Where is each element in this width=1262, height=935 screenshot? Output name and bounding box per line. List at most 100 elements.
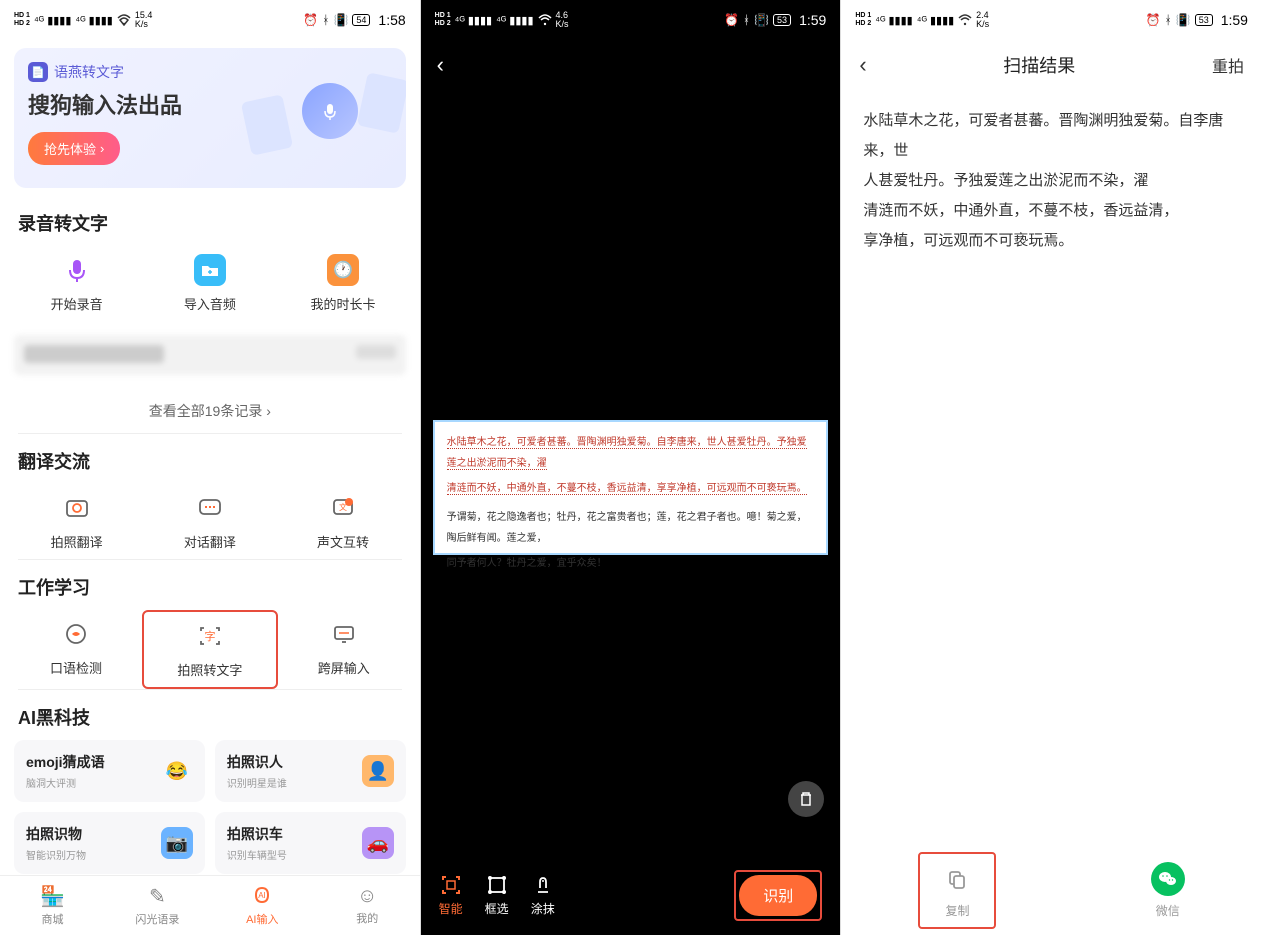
phone-3-scan-result: HD 1HD 2 ⁴ᴳ ▮▮▮▮ ⁴ᴳ ▮▮▮▮ 2.4K/s ⏰ ᚼ 📳 53… xyxy=(841,0,1262,935)
camera-toolbar: 智能 框选 涂抹 识别 xyxy=(421,855,841,935)
alarm-icon: ⏰ xyxy=(724,13,739,27)
svg-text:字: 字 xyxy=(204,629,215,643)
vibrate-icon: 📳 xyxy=(754,13,769,27)
alarm-icon: ⏰ xyxy=(303,13,318,27)
import-audio[interactable]: 导入音频 xyxy=(143,246,276,321)
hd-indicator: HD 1HD 2 xyxy=(435,12,451,28)
vibrate-icon: 📳 xyxy=(333,13,348,27)
photo-to-text[interactable]: 字 拍照转文字 xyxy=(142,610,278,689)
erase-icon xyxy=(532,874,554,896)
phone-2-camera-scan: HD 1HD 2 ⁴ᴳ ▮▮▮▮ ⁴ᴳ ▮▮▮▮ 4.6K/s ⏰ ᚼ 📳 53… xyxy=(421,0,842,935)
copy-button[interactable]: 复制 xyxy=(918,852,996,929)
back-button[interactable]: ‹ xyxy=(859,52,866,78)
section-title-ai: AI黑科技 xyxy=(0,690,420,740)
phone-1-ai-input: HD 1HD 2 ⁴ᴳ ▮▮▮▮ ⁴ᴳ ▮▮▮▮ 15.4K/s ⏰ ᚼ 📳 5… xyxy=(0,0,421,935)
retake-button[interactable]: 重拍 xyxy=(1212,53,1244,77)
result-actions: 复制 微信 xyxy=(841,845,1262,935)
battery-indicator: 54 xyxy=(352,14,370,26)
recognize-button[interactable]: 识别 xyxy=(739,875,817,916)
banner-graphic xyxy=(256,68,396,168)
speed-indicator: 4.6K/s xyxy=(556,11,569,29)
ai-cards-row1: emoji猜成语脑洞大评测 😂 拍照识人识别明星是谁 👤 xyxy=(0,740,420,802)
photo-identify-object[interactable]: 拍照识物智能识别万物 📷 xyxy=(14,812,205,874)
bluetooth-icon: ᚼ xyxy=(322,13,329,27)
wechat-button[interactable]: 微信 xyxy=(1151,862,1185,919)
view-all-records[interactable]: 查看全部19条记录 › xyxy=(0,389,420,433)
recognize-highlight: 识别 xyxy=(734,870,822,921)
clock: 1:58 xyxy=(378,12,405,28)
tab-shop[interactable]: 🏪商城 xyxy=(0,876,105,935)
signal-icon-2: ⁴ᴳ ▮▮▮▮ xyxy=(496,14,533,27)
delete-button[interactable] xyxy=(788,781,824,817)
photo-identify-person[interactable]: 拍照识人识别明星是谁 👤 xyxy=(215,740,406,802)
svg-text:AI: AI xyxy=(259,891,267,900)
hd-indicator: HD 1HD 2 xyxy=(14,12,30,28)
back-button[interactable]: ‹ xyxy=(437,52,444,78)
clock: 1:59 xyxy=(1221,12,1248,28)
speed-indicator: 15.4K/s xyxy=(135,11,153,29)
recording-grid: 开始录音 导入音频 🕐 我的时长卡 xyxy=(0,246,420,321)
status-bar: HD 1HD 2 ⁴ᴳ ▮▮▮▮ ⁴ᴳ ▮▮▮▮ 4.6K/s ⏰ ᚼ 📳 53… xyxy=(421,0,841,40)
section-title-translate: 翻译交流 xyxy=(0,434,420,484)
result-header: ‹ 扫描结果 重拍 xyxy=(841,40,1262,90)
scanned-document-overlay: 水陆草木之花，可爱者甚蕃。晋陶渊明独爱菊。自李唐来，世人甚爱牡丹。予独爱莲之出淤… xyxy=(433,420,829,555)
emoji-icon: 😂 xyxy=(161,755,193,787)
shop-icon: 🏪 xyxy=(40,884,65,909)
translate-grid: 拍照翻译 对话翻译 文 声文互转 xyxy=(0,484,420,559)
tool-box-select[interactable]: 框选 xyxy=(485,874,509,917)
wifi-icon xyxy=(117,14,131,26)
camera-header: ‹ xyxy=(421,40,841,90)
signal-icon-2: ⁴ᴳ ▮▮▮▮ xyxy=(75,14,112,27)
vibrate-icon: 📳 xyxy=(1176,13,1191,27)
battery-indicator: 53 xyxy=(773,14,791,26)
tool-smart[interactable]: 智能 xyxy=(439,874,463,917)
photo-translate[interactable]: 拍照翻译 xyxy=(10,484,143,559)
section-title-work: 工作学习 xyxy=(0,560,420,610)
hd-indicator: HD 1HD 2 xyxy=(855,12,871,28)
signal-icon: ⁴ᴳ ▮▮▮▮ xyxy=(455,14,492,27)
voice-text-convert[interactable]: 文 声文互转 xyxy=(276,484,409,559)
emoji-idiom[interactable]: emoji猜成语脑洞大评测 😂 xyxy=(14,740,205,802)
section-title-recording: 录音转文字 xyxy=(0,196,420,246)
photo-identify-car[interactable]: 拍照识车识别车辆型号 🚗 xyxy=(215,812,406,874)
smart-scan-icon xyxy=(440,874,462,896)
clock: 1:59 xyxy=(799,12,826,28)
alarm-icon: ⏰ xyxy=(1146,13,1161,27)
start-recording[interactable]: 开始录音 xyxy=(10,246,143,321)
page-title: 扫描结果 xyxy=(1003,52,1075,78)
cross-screen-input[interactable]: 跨屏输入 xyxy=(278,610,410,689)
ai-cards-row2: 拍照识物智能识别万物 📷 拍照识车识别车辆型号 🚗 xyxy=(0,812,420,874)
camera-viewport[interactable]: 水陆草木之花，可爱者甚蕃。晋陶渊明独爱菊。自李唐来，世人甚爱牡丹。予独爱莲之出淤… xyxy=(421,90,841,835)
ai-icon: AI xyxy=(250,885,274,909)
signal-icon: ⁴ᴳ ▮▮▮▮ xyxy=(34,14,71,27)
wifi-icon xyxy=(958,14,972,26)
tab-quotes[interactable]: ✎闪光语录 xyxy=(105,876,210,935)
tool-erase[interactable]: 涂抹 xyxy=(531,874,555,917)
quote-icon: ✎ xyxy=(149,884,166,909)
logo-icon: 📄 xyxy=(28,62,48,82)
copy-icon xyxy=(940,862,974,896)
try-now-button[interactable]: 抢先体验 › xyxy=(28,132,120,165)
wifi-icon xyxy=(538,14,552,26)
conversation-translate[interactable]: 对话翻译 xyxy=(143,484,276,559)
blurred-record xyxy=(14,335,406,375)
wechat-icon xyxy=(1151,862,1185,896)
trash-icon xyxy=(797,790,815,808)
object-icon: 📷 xyxy=(161,827,193,859)
tab-profile[interactable]: ☺我的 xyxy=(315,876,420,935)
user-icon: ☺ xyxy=(357,885,377,908)
work-grid: 口语检测 字 拍照转文字 跨屏输入 xyxy=(0,610,420,689)
promo-banner[interactable]: 📄 语燕转文字 搜狗输入法出品 抢先体验 › xyxy=(14,48,406,188)
my-time-card[interactable]: 🕐 我的时长卡 xyxy=(276,246,409,321)
signal-icon-2: ⁴ᴳ ▮▮▮▮ xyxy=(917,14,954,27)
bottom-tabbar: 🏪商城 ✎闪光语录 AIAI输入 ☺我的 xyxy=(0,875,420,935)
speech-test[interactable]: 口语检测 xyxy=(10,610,142,689)
battery-indicator: 53 xyxy=(1195,14,1213,26)
status-bar: HD 1HD 2 ⁴ᴳ ▮▮▮▮ ⁴ᴳ ▮▮▮▮ 15.4K/s ⏰ ᚼ 📳 5… xyxy=(0,0,420,40)
tab-ai-input[interactable]: AIAI输入 xyxy=(210,876,315,935)
signal-icon: ⁴ᴳ ▮▮▮▮ xyxy=(875,14,912,27)
bluetooth-icon: ᚼ xyxy=(1165,13,1172,27)
box-select-icon xyxy=(486,874,508,896)
result-text-area[interactable]: 水陆草木之花，可爱者甚蕃。晋陶渊明独爱菊。自李唐来，世 人甚爱牡丹。予独爱莲之出… xyxy=(841,90,1262,272)
status-bar: HD 1HD 2 ⁴ᴳ ▮▮▮▮ ⁴ᴳ ▮▮▮▮ 2.4K/s ⏰ ᚼ 📳 53… xyxy=(841,0,1262,40)
